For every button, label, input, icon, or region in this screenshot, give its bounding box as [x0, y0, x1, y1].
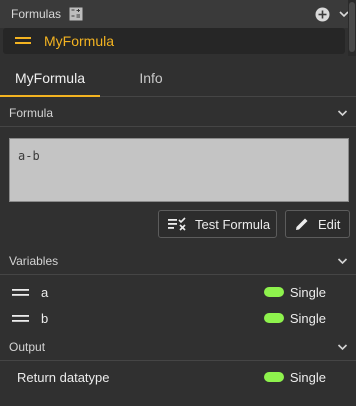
formula-selector[interactable]: MyFormula [3, 28, 345, 54]
add-formula-icon[interactable] [315, 7, 330, 22]
formula-section-header[interactable]: Formula [0, 100, 356, 127]
tab-bar: MyFormula Info [0, 62, 356, 97]
panel-title: Formulas [11, 7, 62, 21]
calculator-icon[interactable] [69, 7, 83, 21]
output-section-header[interactable]: Output [0, 334, 356, 361]
variable-row[interactable]: a Single [0, 280, 356, 304]
type-label: Single [289, 310, 326, 326]
type-label: Single [289, 369, 326, 385]
chevron-down-icon[interactable] [337, 109, 348, 117]
variables-section-label: Variables [9, 254, 59, 268]
edit-label: Edit [318, 216, 341, 232]
type-indicator [263, 372, 284, 382]
test-formula-button[interactable]: Test Formula [158, 210, 277, 238]
drag-handle-icon[interactable] [12, 314, 29, 323]
formula-editor[interactable]: a-b [9, 138, 349, 202]
variable-row[interactable]: b Single [0, 306, 356, 330]
variable-type[interactable]: Single [263, 310, 326, 326]
type-indicator [263, 287, 284, 297]
edit-button[interactable]: Edit [285, 210, 350, 238]
selected-formula-name: MyFormula [44, 33, 115, 49]
pencil-icon [296, 218, 308, 230]
scrollbar-thumb[interactable] [349, 2, 355, 52]
return-datatype-label: Return datatype [17, 369, 110, 385]
return-datatype-row[interactable]: Return datatype Single [0, 365, 356, 389]
test-checklist-icon [168, 217, 186, 231]
test-formula-label: Test Formula [195, 216, 271, 232]
drag-handle-icon[interactable] [15, 36, 31, 46]
chevron-down-icon[interactable] [337, 257, 348, 265]
variable-name: a [41, 284, 49, 300]
variable-type[interactable]: Single [263, 284, 326, 300]
variables-section-header[interactable]: Variables [0, 248, 356, 275]
formulas-panel-header: Formulas [0, 0, 348, 28]
tab-info[interactable]: Info [110, 62, 192, 96]
drag-handle-icon[interactable] [12, 288, 29, 297]
formula-section-label: Formula [9, 106, 54, 120]
variable-name: b [41, 310, 49, 326]
chevron-down-icon[interactable] [337, 343, 348, 351]
type-indicator [263, 313, 284, 323]
output-section-label: Output [9, 340, 46, 354]
return-type[interactable]: Single [263, 369, 326, 385]
tab-myformula[interactable]: MyFormula [0, 62, 100, 97]
type-label: Single [289, 284, 326, 300]
formula-expression: a-b [18, 149, 40, 163]
